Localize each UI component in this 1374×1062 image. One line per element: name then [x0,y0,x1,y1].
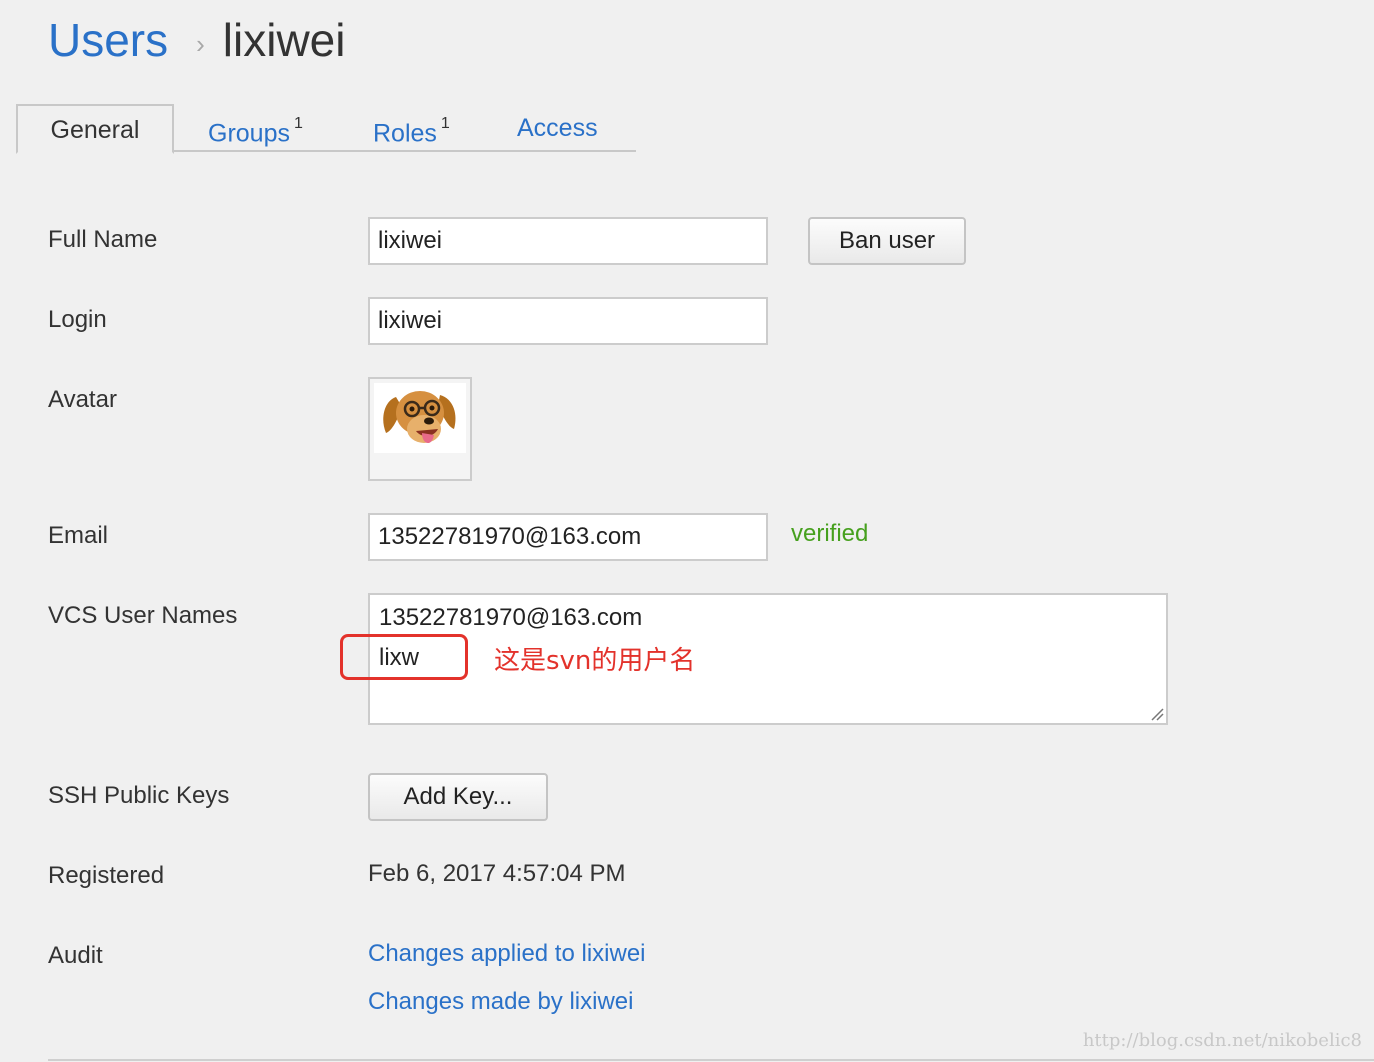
tab-groups[interactable]: Groups 1 [208,104,303,152]
tab-roles[interactable]: Roles 1 [373,104,450,152]
annotation-highlight-box [340,634,468,680]
resize-handle-icon[interactable] [1150,707,1164,721]
vcs-user-name-line: 13522781970@163.com [379,604,643,631]
breadcrumb: Users › lixiwei [48,10,345,70]
tab-roles-count: 1 [440,115,450,132]
tab-groups-label: Groups [208,119,290,148]
add-key-button[interactable]: Add Key... [368,773,548,821]
ban-user-button[interactable]: Ban user [808,217,966,265]
watermark: http://blog.csdn.net/nikobelic8 [1082,1030,1362,1051]
login-field[interactable] [368,297,768,345]
login-label: Login [48,306,107,333]
email-field[interactable] [368,513,768,561]
tab-general[interactable]: General [16,104,174,154]
registered-date: Feb 6, 2017 4:57:04 PM [368,860,626,887]
registered-label: Registered [48,862,165,889]
audit-label: Audit [48,942,103,969]
audit-changes-made-link[interactable]: Changes made by lixiwei [368,988,633,1016]
audit-changes-applied-link[interactable]: Changes applied to lixiwei [368,940,646,968]
tab-access[interactable]: Access [517,104,598,152]
email-label: Email [48,522,109,549]
tab-access-label: Access [517,114,598,142]
full-name-field[interactable] [368,217,768,265]
bottom-divider [48,1059,1374,1061]
breadcrumb-users-link[interactable]: Users [48,13,168,67]
email-verified-badge: verified [791,520,869,547]
page-title: lixiwei [222,14,346,66]
tab-general-label: General [50,116,140,144]
avatar-dog-image [374,383,466,453]
breadcrumb-separator-icon: › [196,28,205,59]
avatar-label: Avatar [48,386,117,413]
vcs-user-names-textarea[interactable]: 13522781970@163.com lixw [368,593,1168,725]
avatar[interactable] [368,377,472,481]
annotation-text: 这是svn的用户名 [494,646,696,676]
tab-bar: General Groups 1 Roles 1 Access [16,104,636,154]
vcs-user-names-label: VCS User Names [48,602,238,629]
tab-groups-count: 1 [293,115,303,132]
ssh-public-keys-label: SSH Public Keys [48,782,230,809]
full-name-label: Full Name [48,226,158,253]
tab-roles-label: Roles [373,119,437,148]
